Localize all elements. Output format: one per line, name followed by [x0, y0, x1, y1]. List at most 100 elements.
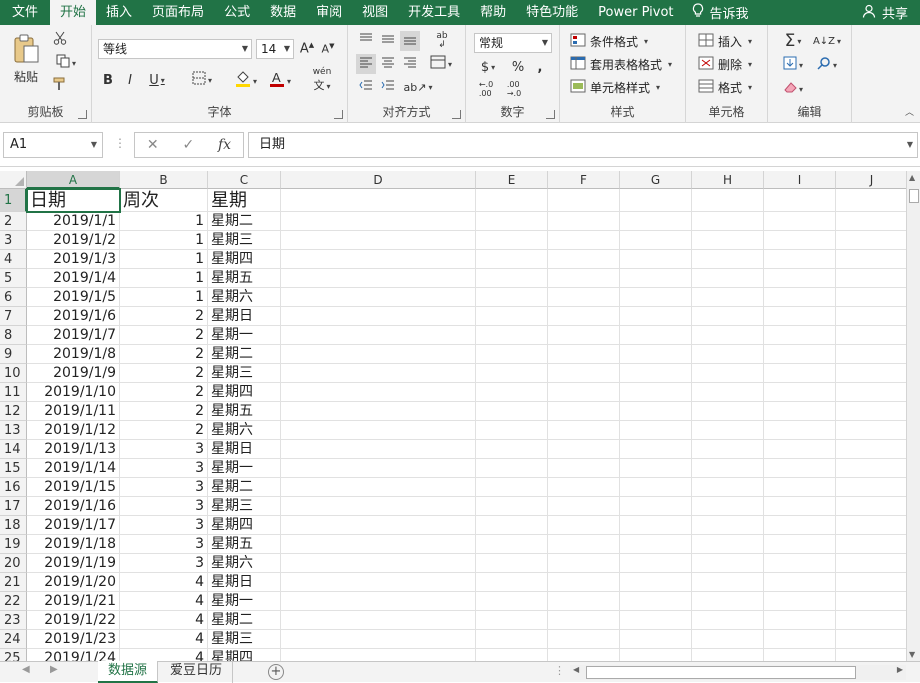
- cell-f5[interactable]: [548, 269, 620, 288]
- cell-i9[interactable]: [764, 345, 836, 364]
- cell-e23[interactable]: [476, 611, 548, 630]
- row-header[interactable]: 9: [0, 345, 27, 364]
- cell-g15[interactable]: [620, 459, 692, 478]
- decrease-indent-button[interactable]: [356, 77, 376, 97]
- cell-h17[interactable]: [692, 497, 764, 516]
- horizontal-scroll-thumb[interactable]: [586, 666, 856, 679]
- cell-f20[interactable]: [548, 554, 620, 573]
- number-format-select[interactable]: 常规 ▼: [474, 33, 552, 53]
- cell-g5[interactable]: [620, 269, 692, 288]
- cell-a17[interactable]: 2019/1/16: [27, 497, 120, 516]
- vertical-scrollbar[interactable]: ▲ ▼: [906, 171, 920, 661]
- cell-j11[interactable]: [836, 383, 906, 402]
- cell-d19[interactable]: [281, 535, 476, 554]
- cell-f11[interactable]: [548, 383, 620, 402]
- cell-b12[interactable]: 2: [120, 402, 208, 421]
- cell-e6[interactable]: [476, 288, 548, 307]
- column-header-j[interactable]: J: [836, 171, 906, 189]
- increase-font-size-button[interactable]: A▲: [298, 39, 316, 59]
- cell-g14[interactable]: [620, 440, 692, 459]
- cell-e22[interactable]: [476, 592, 548, 611]
- cell-b14[interactable]: 3: [120, 440, 208, 459]
- cell-h16[interactable]: [692, 478, 764, 497]
- cell-d17[interactable]: [281, 497, 476, 516]
- tab-help[interactable]: 帮助: [470, 0, 516, 25]
- cell-j13[interactable]: [836, 421, 906, 440]
- orientation-button[interactable]: ab ↲: [426, 31, 458, 51]
- cell-e20[interactable]: [476, 554, 548, 573]
- cell-styles-button[interactable]: 单元格样式 ▾: [570, 79, 660, 96]
- cell-g10[interactable]: [620, 364, 692, 383]
- cell-f4[interactable]: [548, 250, 620, 269]
- cell-e2[interactable]: [476, 212, 548, 231]
- cell-i25[interactable]: [764, 649, 836, 661]
- cell-g1[interactable]: [620, 189, 692, 212]
- cell-h1[interactable]: [692, 189, 764, 212]
- cell-i16[interactable]: [764, 478, 836, 497]
- cell-f25[interactable]: [548, 649, 620, 661]
- autosum-button[interactable]: Σ ▾: [778, 31, 808, 51]
- cell-e13[interactable]: [476, 421, 548, 440]
- cell-b7[interactable]: 2: [120, 307, 208, 326]
- cell-g6[interactable]: [620, 288, 692, 307]
- cell-c18[interactable]: 星期四: [208, 516, 281, 535]
- cell-g16[interactable]: [620, 478, 692, 497]
- cell-h10[interactable]: [692, 364, 764, 383]
- cell-c5[interactable]: 星期五: [208, 269, 281, 288]
- cell-i11[interactable]: [764, 383, 836, 402]
- cell-j4[interactable]: [836, 250, 906, 269]
- cell-h5[interactable]: [692, 269, 764, 288]
- cell-d24[interactable]: [281, 630, 476, 649]
- cell-h9[interactable]: [692, 345, 764, 364]
- cell-j16[interactable]: [836, 478, 906, 497]
- cell-g20[interactable]: [620, 554, 692, 573]
- horizontal-scrollbar[interactable]: ◀ ▶: [570, 665, 906, 680]
- tab-file[interactable]: 文件: [0, 0, 50, 25]
- tab-view[interactable]: 视图: [352, 0, 398, 25]
- row-header[interactable]: 23: [0, 611, 27, 630]
- cell-b1[interactable]: 周次: [120, 189, 208, 212]
- tab-home[interactable]: 开始: [50, 0, 97, 25]
- cell-i23[interactable]: [764, 611, 836, 630]
- cell-e17[interactable]: [476, 497, 548, 516]
- cell-h20[interactable]: [692, 554, 764, 573]
- tab-power-pivot[interactable]: Power Pivot: [588, 0, 683, 25]
- tab-data[interactable]: 数据: [260, 0, 306, 25]
- cell-d2[interactable]: [281, 212, 476, 231]
- cell-a16[interactable]: 2019/1/15: [27, 478, 120, 497]
- cell-c19[interactable]: 星期五: [208, 535, 281, 554]
- cell-c15[interactable]: 星期一: [208, 459, 281, 478]
- cell-f19[interactable]: [548, 535, 620, 554]
- cell-g2[interactable]: [620, 212, 692, 231]
- phonetic-button[interactable]: wén 文 ▾: [304, 67, 340, 92]
- row-header[interactable]: 24: [0, 630, 27, 649]
- cell-e4[interactable]: [476, 250, 548, 269]
- cell-d15[interactable]: [281, 459, 476, 478]
- cell-b4[interactable]: 1: [120, 250, 208, 269]
- cell-c23[interactable]: 星期二: [208, 611, 281, 630]
- cell-c3[interactable]: 星期三: [208, 231, 281, 250]
- scroll-up-icon[interactable]: ▲: [909, 173, 915, 182]
- column-header-h[interactable]: H: [692, 171, 764, 189]
- cell-f8[interactable]: [548, 326, 620, 345]
- bold-button[interactable]: B: [98, 70, 118, 90]
- cell-d14[interactable]: [281, 440, 476, 459]
- cell-c1[interactable]: 星期: [208, 189, 281, 212]
- cell-c25[interactable]: 星期四: [208, 649, 281, 661]
- cell-c11[interactable]: 星期四: [208, 383, 281, 402]
- tell-me[interactable]: 告诉我: [684, 3, 757, 22]
- cell-j22[interactable]: [836, 592, 906, 611]
- cell-g18[interactable]: [620, 516, 692, 535]
- number-launcher[interactable]: [546, 110, 555, 119]
- cell-f1[interactable]: [548, 189, 620, 212]
- cell-f14[interactable]: [548, 440, 620, 459]
- merge-center-button[interactable]: ▾: [424, 54, 458, 74]
- cell-d22[interactable]: [281, 592, 476, 611]
- insert-cells-button[interactable]: 插入 ▾: [698, 33, 752, 50]
- sort-filter-button[interactable]: A↓Z ▾: [812, 31, 842, 51]
- cell-j7[interactable]: [836, 307, 906, 326]
- row-header[interactable]: 18: [0, 516, 27, 535]
- row-header[interactable]: 16: [0, 478, 27, 497]
- cell-e15[interactable]: [476, 459, 548, 478]
- scroll-left-icon[interactable]: ◀: [573, 665, 579, 674]
